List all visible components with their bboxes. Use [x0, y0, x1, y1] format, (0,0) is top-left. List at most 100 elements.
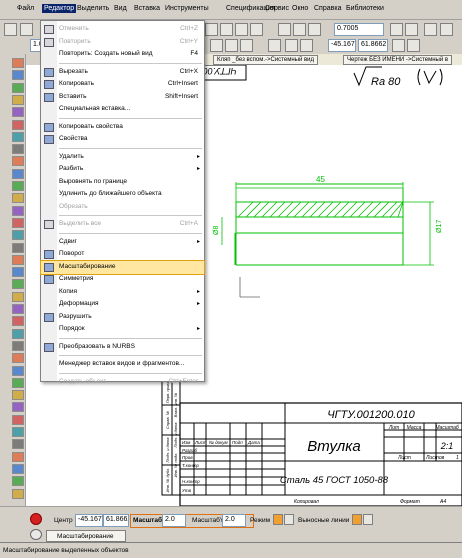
grid-icon[interactable] [225, 39, 238, 52]
tool-icon-28[interactable] [12, 390, 24, 401]
tool-icon-26[interactable] [12, 365, 24, 376]
zoom-field[interactable]: 0.7005 [334, 23, 384, 36]
local-cs-icon[interactable] [240, 39, 253, 52]
tool-icon-4[interactable] [12, 94, 24, 105]
menu-item-27[interactable]: Порядок ▸ [41, 323, 204, 336]
menu-item-31[interactable]: Менеджер вставок видов и фрагментов... [41, 358, 204, 371]
tool-icon-12[interactable] [12, 193, 24, 204]
tool-icon-21[interactable] [12, 304, 24, 314]
mode-button-2[interactable] [284, 514, 294, 525]
zoom-out-icon[interactable] [220, 23, 233, 36]
menu-item-26[interactable]: Разрушить [41, 311, 204, 324]
zoom-window-icon[interactable] [235, 23, 248, 36]
tool-icon-2[interactable] [12, 70, 24, 81]
menu-item-21[interactable]: Поворот [41, 248, 204, 261]
menu-2[interactable]: Редактор [42, 4, 77, 13]
menu-8[interactable]: Сервис [265, 5, 289, 12]
menu-item-14[interactable]: Выровнять по границе [41, 176, 204, 189]
tool-icon-22[interactable] [12, 316, 24, 327]
tool-icon-15[interactable] [12, 230, 24, 241]
menu-10[interactable]: Справка [314, 5, 341, 12]
menu-item-23[interactable]: Симметрия [41, 273, 204, 286]
menu-item-20[interactable]: Сдвиг ▸ [41, 236, 204, 249]
snap-settings-icon[interactable] [407, 39, 420, 52]
menu-item-15[interactable]: Удлинить до ближайшего объекта [41, 188, 204, 201]
menu-item-24[interactable]: Копия ▸ [41, 286, 204, 299]
menu-9[interactable]: Окно [292, 5, 308, 12]
layer-manager-icon[interactable] [424, 23, 437, 36]
center-y-field[interactable]: 61.8662 [103, 514, 129, 527]
menu-item-12[interactable]: Удалить ▸ [41, 151, 204, 164]
tool-icon-25[interactable] [12, 353, 24, 364]
tool-icon-19[interactable] [12, 279, 24, 290]
zoom-all-icon[interactable] [278, 23, 291, 36]
tab-document-2[interactable]: Чертеж БЕЗ ИМЕНИ ->Системный в [343, 55, 453, 65]
refresh-icon[interactable] [308, 23, 321, 36]
stop-icon[interactable] [30, 513, 42, 525]
menu-item-13[interactable]: Разбить ▸ [41, 163, 204, 176]
menu-3[interactable]: Выделить [77, 5, 109, 12]
menu-6[interactable]: Инструменты [165, 5, 209, 12]
tool-icon-30[interactable] [12, 414, 24, 425]
menu-4[interactable]: Вид [114, 5, 127, 12]
scale-y-field[interactable]: 2.0 [222, 514, 246, 527]
round-icon[interactable] [300, 39, 313, 52]
scale-x-field[interactable]: 2.0 [162, 514, 186, 527]
cursor-y-field[interactable]: 61.8662 [358, 39, 388, 52]
menu-item-29[interactable]: Преобразовать в NURBS [41, 341, 204, 354]
menu-item-25[interactable]: Деформация ▸ [41, 298, 204, 311]
menu-item-7[interactable]: Специальная вставка... [41, 103, 204, 116]
tool-icon-14[interactable] [12, 217, 24, 228]
help-pointer-icon[interactable] [250, 23, 263, 36]
zoom-in-icon[interactable] [205, 23, 218, 36]
ext-lines-button-2[interactable] [363, 514, 373, 525]
menu-item-10[interactable]: Свойства [41, 133, 204, 146]
help-icon[interactable] [30, 529, 42, 540]
cursor-x-field[interactable]: -45.167 [328, 39, 356, 52]
tool-icon-36[interactable] [12, 488, 24, 499]
tab-document-1[interactable]: Кляп _без вспом.->Системный вид [213, 55, 319, 65]
tool-icon-33[interactable] [12, 451, 24, 462]
open-icon[interactable] [20, 23, 33, 36]
tool-icon-9[interactable] [12, 156, 24, 167]
tool-icon-20[interactable] [12, 291, 24, 302]
tool-icon-17[interactable] [12, 254, 24, 265]
menu-1[interactable]: Файл [17, 5, 34, 12]
tool-icon-18[interactable] [12, 267, 24, 278]
menu-item-6[interactable]: Вставить Shift+Insert [41, 91, 204, 104]
snap-icon[interactable] [268, 39, 281, 52]
tool-icon-29[interactable] [12, 402, 24, 413]
tool-icon-1[interactable] [12, 58, 24, 68]
tool-icon-16[interactable] [12, 242, 24, 253]
menu-item-9[interactable]: Копировать свойства [41, 121, 204, 134]
tool-icon-10[interactable] [12, 168, 24, 179]
menu-item-4[interactable]: Вырезать Ctrl+X [41, 66, 204, 79]
zoom-prev-icon[interactable] [390, 23, 403, 36]
view-manager-icon[interactable] [440, 23, 453, 36]
tool-icon-31[interactable] [12, 427, 24, 437]
tool-icon-24[interactable] [12, 340, 24, 351]
tool-icon-35[interactable] [12, 476, 24, 487]
tab-scaling[interactable]: Масштабирование [46, 530, 126, 542]
new-document-icon[interactable] [4, 23, 17, 36]
center-x-field[interactable]: -45.167 [75, 514, 103, 527]
tool-icon-11[interactable] [12, 181, 24, 191]
tool-icon-7[interactable] [12, 131, 24, 142]
tool-icon-23[interactable] [12, 328, 24, 339]
tool-icon-13[interactable] [12, 205, 24, 216]
ortho-icon[interactable] [210, 39, 223, 52]
menu-item-22[interactable]: Масштабирование [40, 259, 205, 275]
tool-icon-34[interactable] [12, 463, 24, 474]
zoom-next-icon[interactable] [405, 23, 418, 36]
cursor-icon[interactable] [392, 39, 405, 52]
tool-icon-8[interactable] [12, 144, 24, 155]
menu-5[interactable]: Вставка [134, 5, 160, 12]
menu-item-5[interactable]: Копировать Ctrl+Insert [41, 78, 204, 91]
ext-lines-button-1[interactable] [352, 514, 362, 525]
tool-icon-27[interactable] [12, 377, 24, 388]
mode-button-1[interactable] [273, 514, 283, 525]
pan-icon[interactable] [293, 23, 306, 36]
menu-11[interactable]: Библиотеки [346, 5, 384, 12]
menu-item-2[interactable]: Повторить: Создать новый вид F4 [41, 48, 204, 61]
parametric-icon[interactable] [285, 39, 298, 52]
